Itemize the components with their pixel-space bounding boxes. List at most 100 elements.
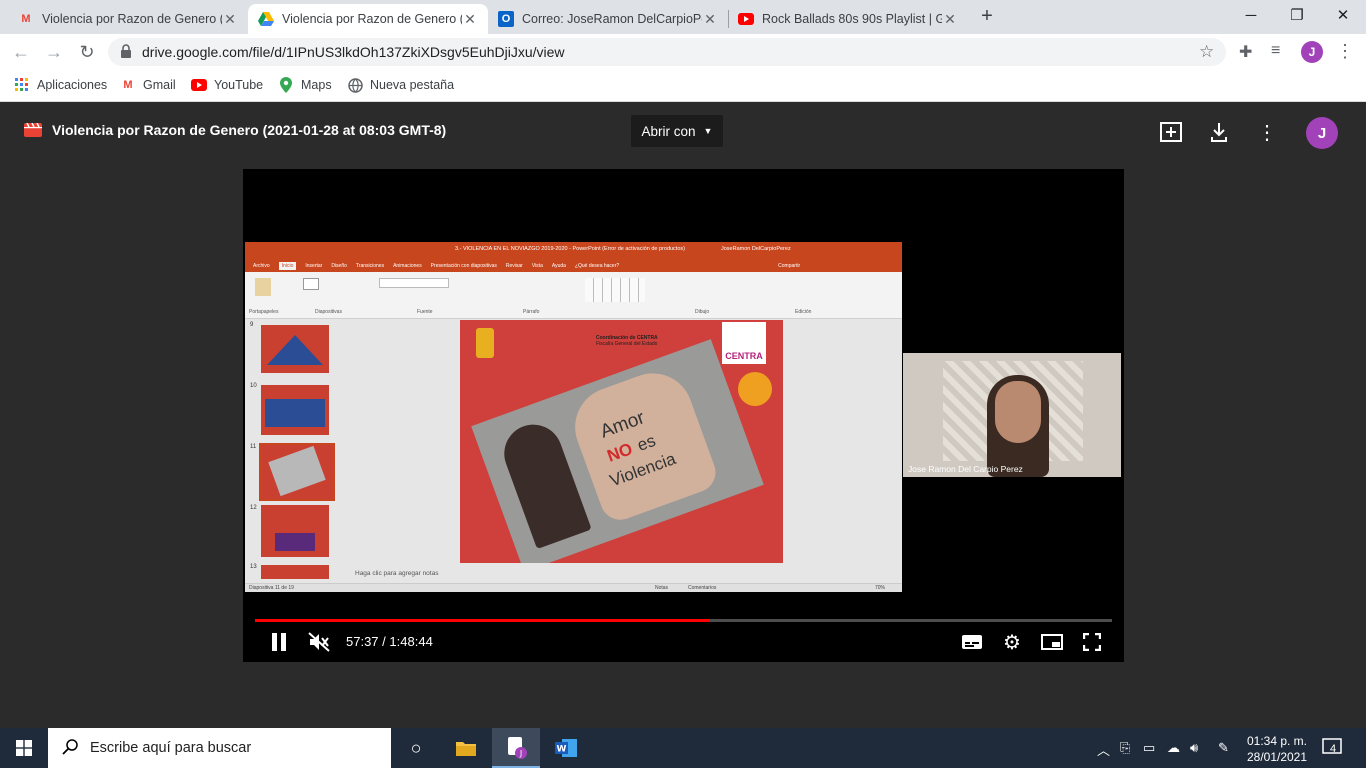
time-display: 57:37 / 1:48:44 — [346, 634, 433, 649]
close-tab-icon[interactable]: ✕ — [702, 11, 718, 28]
lock-icon[interactable] — [120, 44, 132, 60]
close-tab-icon[interactable]: ✕ — [222, 11, 238, 28]
ribbon-group: Diapositivas — [315, 309, 342, 315]
file-explorer-icon[interactable] — [442, 728, 490, 768]
download-icon[interactable] — [1206, 119, 1232, 145]
show-hidden-icons[interactable]: ︿ — [1097, 740, 1110, 759]
onedrive-icon[interactable]: ☁ — [1167, 740, 1180, 756]
bookmark-star-icon[interactable]: ☆ — [1199, 42, 1214, 62]
shapes-gallery — [585, 278, 645, 302]
ribbon-tab: ¿Qué desea hacer? — [574, 263, 620, 269]
meet-now-icon[interactable]: ⎘ — [1120, 740, 1130, 756]
pen-icon[interactable]: ✎ — [1218, 740, 1229, 756]
clock-date: 28/01/2021 — [1246, 750, 1308, 764]
reload-icon[interactable]: ↻ — [76, 41, 98, 63]
current-time: 57:37 — [346, 634, 379, 649]
file-title: Violencia por Razon de Genero (2021-01-2… — [52, 122, 447, 138]
bookmark-label: Gmail — [143, 78, 176, 92]
bookmark-label: Maps — [301, 78, 332, 92]
globe-icon — [347, 77, 363, 93]
chrome-menu-icon[interactable]: ⋮ — [1336, 41, 1354, 62]
media-control-icon[interactable]: ≡ — [1271, 42, 1280, 60]
participant-video: Jose Ramon Del Carpio Perez — [903, 353, 1121, 477]
chrome-taskbar-icon[interactable]: J — [492, 728, 540, 768]
tab-outlook[interactable]: O Correo: JoseRamon DelCarpioPer ✕ — [488, 4, 728, 34]
slide-thumbnail-11-selected — [259, 443, 335, 501]
youtube-icon — [738, 11, 754, 27]
close-tab-icon[interactable]: ✕ — [942, 11, 958, 28]
slide-number: 12 — [250, 505, 257, 511]
taskbar-search[interactable]: Escribe aquí para buscar — [48, 728, 391, 768]
close-window-button[interactable]: ✕ — [1320, 0, 1366, 30]
state-seal-icon — [476, 328, 494, 358]
new-slide-icon — [303, 278, 319, 290]
participant-face — [995, 381, 1041, 443]
captions-icon[interactable] — [960, 630, 984, 654]
drive-profile-avatar[interactable]: J — [1306, 117, 1338, 149]
slide-number: 13 — [250, 564, 257, 570]
ribbon-tab: Insertar — [305, 263, 323, 269]
new-tab-button[interactable]: + — [976, 5, 998, 27]
windows-start-icon[interactable] — [0, 728, 48, 768]
slide-thumbnail-9 — [261, 325, 329, 373]
bookmark-gmail[interactable]: M Gmail — [120, 76, 176, 94]
ppt-share: Compartir — [778, 263, 801, 269]
ppt-ribbon-tabs: Archivo Inicio Insertar Diseño Transicio… — [245, 260, 902, 272]
ribbon-group: Dibujo — [695, 309, 710, 315]
clock[interactable]: 01:34 p. m. 28/01/2021 — [1244, 733, 1310, 765]
ribbon-group: Fuente — [417, 309, 433, 315]
extensions-icon[interactable]: ✚ — [1239, 42, 1252, 62]
settings-gear-icon[interactable]: ⚙ — [1000, 630, 1024, 654]
slide-thumbnail-12 — [261, 505, 329, 557]
ribbon-group: Párrafo — [523, 309, 540, 315]
time-separator: / — [382, 634, 386, 649]
ribbon-tab: Diseño — [331, 263, 347, 269]
url-text[interactable]: drive.google.com/file/d/1IPnUS3lkdOh137Z… — [142, 44, 565, 60]
close-tab-icon[interactable]: ✕ — [462, 11, 478, 28]
pause-icon[interactable] — [266, 629, 292, 655]
slide-thumbnail-10 — [261, 385, 329, 435]
back-icon[interactable]: ← — [10, 41, 32, 63]
bookmark-maps[interactable]: Maps — [278, 76, 332, 94]
ppt-title: 3.- VIOLENCIA EN EL NOVIAZGO 2019-2020 -… — [455, 246, 685, 252]
more-options-icon[interactable]: ⋮ — [1254, 119, 1280, 145]
word-icon[interactable]: W — [542, 728, 590, 768]
fullscreen-icon[interactable] — [1080, 630, 1104, 654]
youtube-icon — [191, 77, 207, 93]
tab-title: Violencia por Razon de Genero (2 — [42, 12, 222, 26]
miniplayer-icon[interactable] — [1040, 630, 1064, 654]
open-with-button[interactable]: Abrir con ▼ — [631, 115, 723, 147]
task-view-icon[interactable]: ○ — [392, 728, 440, 768]
tab-drive[interactable]: Violencia por Razon de Genero (2 ✕ — [248, 4, 488, 34]
notification-count: 4 — [1330, 743, 1337, 755]
ppt-title-bar: 3.- VIOLENCIA EN EL NOVIAZGO 2019-2020 -… — [245, 242, 902, 260]
open-with-label: Abrir con — [641, 123, 696, 139]
profile-avatar[interactable]: J — [1301, 41, 1323, 63]
notification-center-icon[interactable]: 4 — [1322, 738, 1344, 758]
apps-grid-icon — [14, 77, 30, 93]
bookmark-new-tab[interactable]: Nueva pestaña — [347, 76, 454, 94]
mute-icon[interactable] — [306, 629, 332, 655]
bookmark-youtube[interactable]: YouTube — [191, 76, 263, 94]
ribbon-tab: Presentación con diapositivas — [430, 263, 497, 269]
minimize-button[interactable]: ─ — [1228, 0, 1274, 30]
tab-youtube[interactable]: Rock Ballads 80s 90s Playlist | Gre ✕ — [728, 4, 968, 34]
maps-icon — [278, 77, 294, 93]
add-shortcut-icon[interactable] — [1158, 119, 1184, 145]
ppt-status-bar: Diapositiva 11 de 19 Notas Comentarios 7… — [245, 583, 902, 592]
centra-logo: CENTRA — [722, 322, 766, 364]
restore-button[interactable]: ❐ — [1274, 0, 1320, 30]
network-icon[interactable]: ▭ — [1143, 740, 1155, 756]
bookmark-apps[interactable]: Aplicaciones — [14, 76, 107, 94]
tab-gmail[interactable]: M Violencia por Razon de Genero (2 ✕ — [8, 4, 248, 34]
forward-icon[interactable]: → — [43, 41, 65, 63]
current-slide: Coordinación de CENTRA Fiscalía General … — [460, 320, 783, 563]
ribbon-tab: Ayuda — [551, 263, 566, 269]
slide-number: 9 — [250, 322, 254, 328]
ribbon-tab: Animaciones — [393, 263, 422, 269]
ribbon-group: Edición — [795, 309, 812, 315]
slide-number: 10 — [250, 383, 257, 389]
status-slide-count: Diapositiva 11 de 19 — [249, 585, 294, 591]
bookmark-label: Nueva pestaña — [370, 78, 455, 92]
volume-icon[interactable]: 🔊︎ — [1190, 740, 1198, 756]
